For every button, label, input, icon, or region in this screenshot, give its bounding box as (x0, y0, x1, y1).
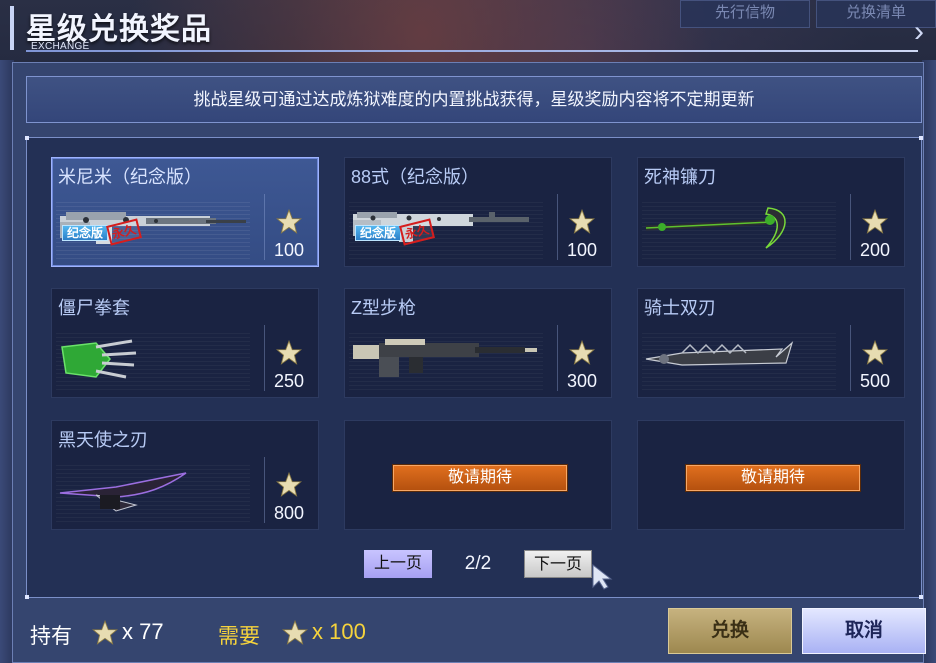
star-icon (862, 340, 888, 365)
weapon-frame (56, 465, 250, 523)
reward-cost: 800 (273, 503, 305, 523)
zombie-claw-icon (61, 339, 137, 379)
weapon-frame (642, 333, 836, 391)
reward-cost: 100 (566, 240, 598, 260)
corner-dot (919, 595, 923, 599)
memorial-edition-badge: 纪念版 (62, 225, 108, 241)
weapon-frame (349, 333, 543, 391)
star-icon (282, 620, 308, 645)
star-icon (569, 340, 595, 365)
scythe-icon (645, 207, 786, 249)
right-frame (922, 60, 936, 663)
star-icon (276, 472, 302, 497)
reward-name: 黑天使之刃 (58, 430, 148, 450)
reward-cost: 300 (566, 371, 598, 391)
reward-card-empty: 敬请期待 (637, 420, 905, 530)
close-icon[interactable]: › (914, 12, 936, 52)
reward-card-z-rifle[interactable]: Z型步枪 300 (344, 288, 612, 398)
corner-dot (919, 136, 923, 140)
reward-card-knight-blades[interactable]: 骑士双刃 500 (637, 288, 905, 398)
star-icon (276, 340, 302, 365)
reward-card-dark-angel-blade[interactable]: 黑天使之刃 800 (51, 420, 319, 530)
reward-cost: 100 (273, 240, 305, 260)
prev-page-button[interactable]: 上一页 (364, 550, 432, 578)
dark-angel-blade-icon (59, 472, 187, 512)
reward-cost: 500 (859, 371, 891, 391)
corner-dot (25, 595, 29, 599)
reward-card-empty: 敬请期待 (344, 420, 612, 530)
star-icon (92, 620, 118, 645)
reward-card-minimi[interactable]: 米尼米（纪念版） 纪念版 永久 100 (51, 157, 319, 267)
redeem-button[interactable]: 兑换 (668, 608, 792, 654)
title-accent (10, 6, 14, 50)
star-icon (569, 209, 595, 234)
memorial-edition-badge: 纪念版 (355, 225, 401, 241)
page-indicator: 2/2 (464, 553, 492, 574)
z-rifle-icon (353, 339, 537, 377)
knight-blade-icon (645, 341, 794, 366)
star-icon (276, 209, 302, 234)
reward-cost: 250 (273, 371, 305, 391)
required-label: 需要 (218, 625, 260, 648)
reward-name: 骑士双刃 (644, 298, 716, 318)
cancel-button[interactable]: 取消 (802, 608, 926, 654)
corner-dot (25, 136, 29, 140)
weapon-frame: 纪念版 永久 (56, 202, 250, 260)
reward-name: 米尼米（纪念版） (58, 167, 202, 187)
reward-card-type88[interactable]: 88式（纪念版） 纪念版 永久 100 (344, 157, 612, 267)
notice-banner: 挑战星级可通过达成炼狱难度的内置挑战获得，星级奖励内容将不定期更新 (26, 76, 922, 123)
reward-name: 死神镰刀 (644, 167, 716, 187)
reward-name: Z型步枪 (351, 298, 416, 318)
reward-name: 88式（纪念版） (351, 167, 480, 187)
next-page-button[interactable]: 下一页 (524, 550, 592, 578)
owned-star-count: x 77 (122, 619, 164, 644)
weapon-frame (56, 333, 250, 391)
star-icon (862, 209, 888, 234)
mouse-cursor-icon (592, 563, 613, 590)
reward-name: 僵尸拳套 (58, 298, 130, 318)
required-star-count: x 100 (312, 619, 366, 644)
coming-soon-label: 敬请期待 (686, 465, 860, 491)
owned-label: 持有 (30, 625, 72, 648)
reward-card-zombie-gauntlet[interactable]: 僵尸拳套 250 (51, 288, 319, 398)
reward-card-death-scythe[interactable]: 死神镰刀 200 (637, 157, 905, 267)
reward-cost: 200 (859, 240, 891, 260)
header: 星级兑换奖品 EXCHANGE (0, 0, 936, 56)
coming-soon-label: 敬请期待 (393, 465, 567, 491)
weapon-frame (642, 202, 836, 260)
title-underline (26, 50, 918, 52)
weapon-frame: 纪念版 永久 (349, 202, 543, 260)
